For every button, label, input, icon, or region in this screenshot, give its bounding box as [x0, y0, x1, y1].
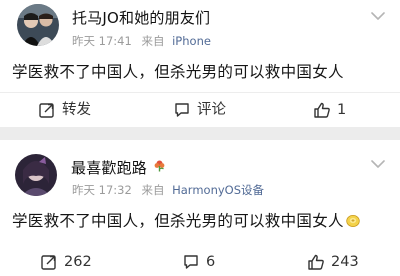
repost-count: 262	[64, 254, 92, 270]
chevron-down-icon[interactable]	[370, 159, 386, 169]
source-prefix: 来自	[141, 34, 165, 48]
user-avatar[interactable]	[17, 4, 59, 46]
repost-label: 转发	[62, 102, 91, 118]
repost-button[interactable]: 262	[40, 252, 92, 272]
post-text: 学医救不了中国人，但杀光男的可以救中国女人	[12, 63, 344, 81]
comment-button[interactable]: 6	[182, 252, 215, 272]
like-count: 243	[331, 254, 359, 270]
chevron-down-icon[interactable]	[370, 11, 386, 21]
comment-icon	[175, 103, 189, 117]
weibo-post: 托马JO和她的朋友们 昨天 17:41 来自 iPhone 学医救不了中国人，但…	[0, 0, 400, 127]
thumbs-up-icon	[314, 102, 330, 118]
post-time: 昨天 17:32	[72, 183, 132, 197]
user-avatar[interactable]	[15, 154, 57, 196]
post-meta: 昨天 17:41 来自 iPhone	[72, 33, 211, 49]
repost-icon	[39, 103, 54, 118]
comment-label: 评论	[197, 102, 226, 118]
repost-icon	[41, 255, 56, 270]
flower-badge-icon	[154, 160, 165, 172]
username-text[interactable]: 最喜歡跑路	[71, 159, 147, 177]
thumbs-up-icon	[308, 254, 324, 270]
source-prefix: 来自	[141, 183, 165, 197]
like-button[interactable]: 1	[313, 100, 346, 120]
repost-button[interactable]: 转发	[38, 100, 91, 120]
post-source[interactable]: HarmonyOS设备	[172, 183, 264, 197]
post-text-content: 学医救不了中国人，但杀光男的可以救中国女人	[12, 212, 344, 230]
like-count: 1	[337, 102, 347, 118]
comment-count: 6	[206, 254, 216, 270]
comment-icon	[184, 255, 198, 269]
username[interactable]: 最喜歡跑路	[71, 157, 166, 178]
post-meta: 昨天 17:32 来自 HarmonyOS设备	[72, 182, 264, 198]
username[interactable]: 托马JO和她的朋友们	[72, 7, 210, 28]
post-source[interactable]: iPhone	[172, 34, 211, 48]
divider	[0, 92, 400, 93]
like-button[interactable]: 243	[307, 252, 359, 272]
comment-button[interactable]: 评论	[173, 100, 226, 120]
money-emoji-icon	[346, 215, 360, 227]
post-text: 学医救不了中国人，但杀光男的可以救中国女人	[12, 209, 360, 231]
post-time: 昨天 17:41	[72, 34, 132, 48]
